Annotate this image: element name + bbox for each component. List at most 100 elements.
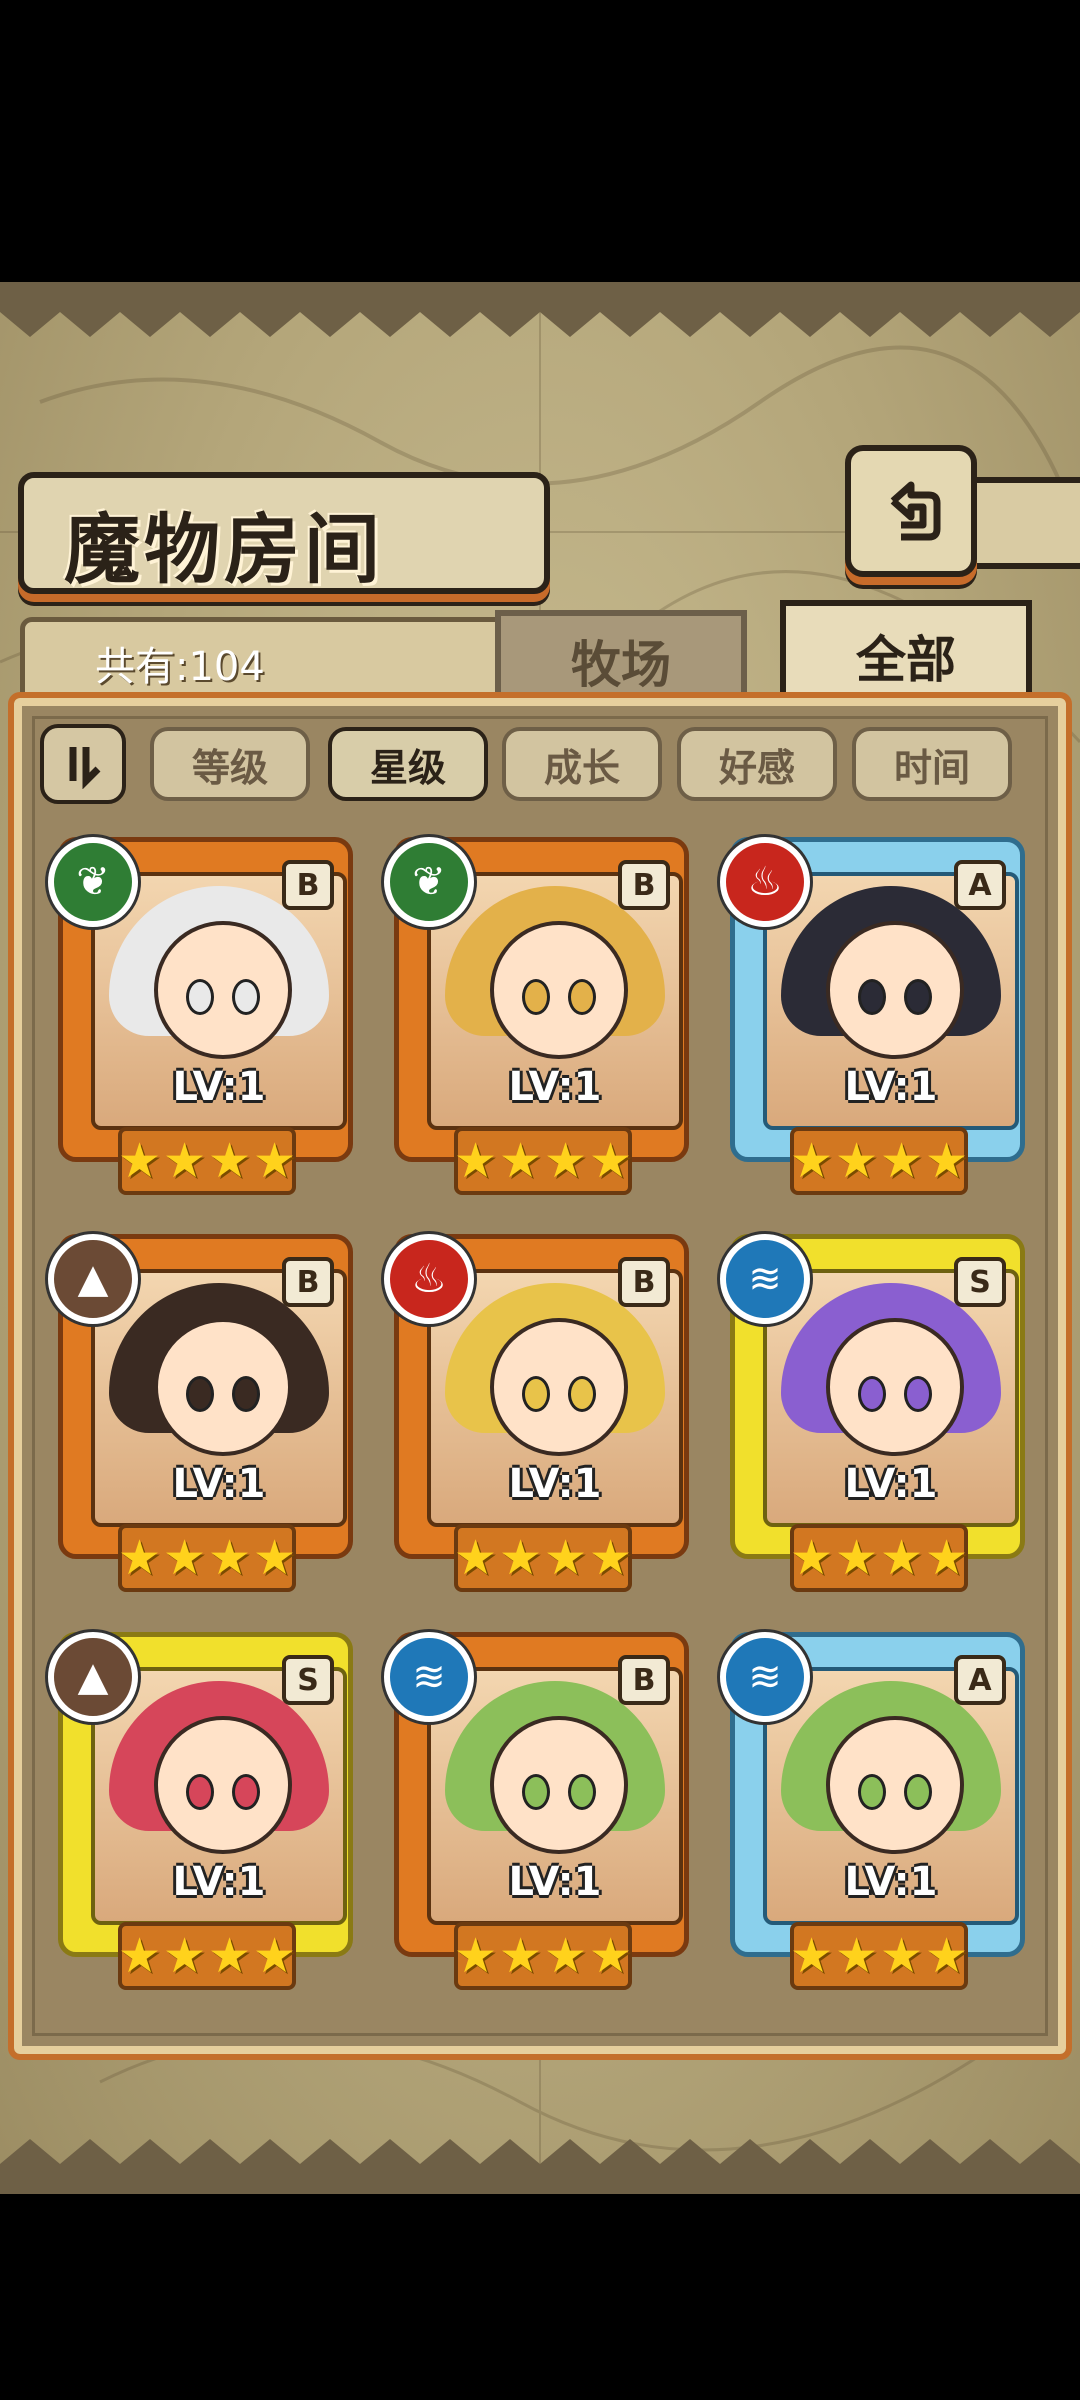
monster-card[interactable]: LV:1 A ≋ ★ ★ ★ ★ [720,1632,1025,1990]
back-button[interactable] [845,445,977,577]
monster-eye [568,1376,596,1412]
star-icon: ★ [498,1133,542,1189]
monster-eye [568,979,596,1015]
monster-eye [522,1376,550,1412]
earth-element-icon: ▲ [48,1632,138,1722]
monster-portrait: LV:1 [427,1269,683,1527]
monster-portrait: LV:1 [427,1667,683,1925]
monster-face [490,1716,628,1854]
star-icon: ★ [880,1928,924,1984]
star-icon: ★ [834,1928,878,1984]
star-icon: ★ [498,1530,542,1586]
star-icon: ★ [117,1928,161,1984]
star-icon: ★ [162,1530,206,1586]
rank-badge: S [954,1257,1006,1307]
rank-badge: S [282,1655,334,1705]
monster-portrait: LV:1 [91,872,347,1130]
fire-element-icon: ♨ [720,837,810,927]
water-element-icon: ≋ [720,1234,810,1324]
star-icon: ★ [544,1133,588,1189]
sort-order-button[interactable] [40,724,126,804]
monster-portrait: LV:1 [91,1269,347,1527]
monster-level: LV:1 [172,1064,266,1110]
monster-card[interactable]: LV:1 A ♨ ★ ★ ★ ★ [720,837,1025,1195]
star-icon: ★ [880,1530,924,1586]
rank-badge: B [282,860,334,910]
rank-badge: A [954,860,1006,910]
monster-card[interactable]: LV:1 B ≋ ★ ★ ★ ★ [384,1632,689,1990]
star-rating: ★ ★ ★ ★ [118,1127,296,1195]
sort-growth-button[interactable]: 成长 [502,727,662,801]
monster-card[interactable]: LV:1 B ♨ ★ ★ ★ ★ [384,1234,689,1592]
star-icon: ★ [789,1928,833,1984]
monster-level: LV:1 [172,1859,266,1905]
star-icon: ★ [162,1928,206,1984]
star-icon: ★ [453,1133,497,1189]
sort-affection-button[interactable]: 好感 [677,727,837,801]
star-icon: ★ [589,1928,633,1984]
monster-level: LV:1 [508,1859,602,1905]
monster-eye [232,1376,260,1412]
monster-level: LV:1 [508,1064,602,1110]
monster-portrait: LV:1 [763,1667,1019,1925]
monster-eye [522,979,550,1015]
star-icon: ★ [162,1133,206,1189]
star-rating: ★ ★ ★ ★ [118,1524,296,1592]
monster-eye [522,1774,550,1810]
monster-eye [904,1376,932,1412]
star-icon: ★ [589,1530,633,1586]
back-arrow-icon [890,481,941,541]
star-icon: ★ [925,1133,969,1189]
star-icon: ★ [117,1133,161,1189]
monster-level: LV:1 [172,1461,266,1507]
sort-star-button[interactable]: 星级 [328,727,488,801]
star-rating: ★ ★ ★ ★ [790,1127,968,1195]
monster-card[interactable]: LV:1 B ▲ ★ ★ ★ ★ [48,1234,353,1592]
rank-badge: B [618,1257,670,1307]
torn-edge-top [0,282,1080,337]
monster-portrait: LV:1 [91,1667,347,1925]
monster-card[interactable]: LV:1 S ≋ ★ ★ ★ ★ [720,1234,1025,1592]
star-rating: ★ ★ ★ ★ [454,1127,632,1195]
monster-face [490,921,628,1059]
star-icon: ★ [453,1928,497,1984]
star-rating: ★ ★ ★ ★ [790,1524,968,1592]
monster-face [826,1716,964,1854]
monster-eye [904,1774,932,1810]
star-icon: ★ [925,1928,969,1984]
star-icon: ★ [453,1530,497,1586]
star-rating: ★ ★ ★ ★ [454,1922,632,1990]
count-bar: 共有:104 [20,617,530,702]
tab-all[interactable]: 全部 [780,600,1032,706]
rank-badge: B [618,1655,670,1705]
star-rating: ★ ★ ★ ★ [790,1922,968,1990]
monster-face [826,921,964,1059]
rank-badge: B [618,860,670,910]
earth-element-icon: ▲ [48,1234,138,1324]
monster-face [826,1318,964,1456]
monster-eye [186,979,214,1015]
tab-farm[interactable]: 牧场 [495,610,747,706]
monster-level: LV:1 [844,1064,938,1110]
sort-level-button[interactable]: 等级 [150,727,310,801]
monster-card[interactable]: LV:1 B ❦ ★ ★ ★ ★ [48,837,353,1195]
back-strip [970,477,1080,569]
monster-level: LV:1 [844,1461,938,1507]
sort-time-button[interactable]: 时间 [852,727,1012,801]
water-element-icon: ≋ [384,1632,474,1722]
monster-card[interactable]: LV:1 S ▲ ★ ★ ★ ★ [48,1632,353,1990]
monster-count: 共有:104 [95,644,265,690]
monster-portrait: LV:1 [763,1269,1019,1527]
game-screen: 魔物房间 共有:104 牧场 全部 等级 星级 成长 好感 时间 LV:1 B ❦ ★… [0,282,1080,2194]
wind-element-icon: ❦ [384,837,474,927]
star-icon: ★ [789,1530,833,1586]
wind-element-icon: ❦ [48,837,138,927]
star-icon: ★ [880,1133,924,1189]
star-icon: ★ [117,1530,161,1586]
star-icon: ★ [544,1530,588,1586]
monster-eye [858,979,886,1015]
monster-level: LV:1 [844,1859,938,1905]
monster-eye [568,1774,596,1810]
monster-card[interactable]: LV:1 B ❦ ★ ★ ★ ★ [384,837,689,1195]
monster-eye [858,1774,886,1810]
